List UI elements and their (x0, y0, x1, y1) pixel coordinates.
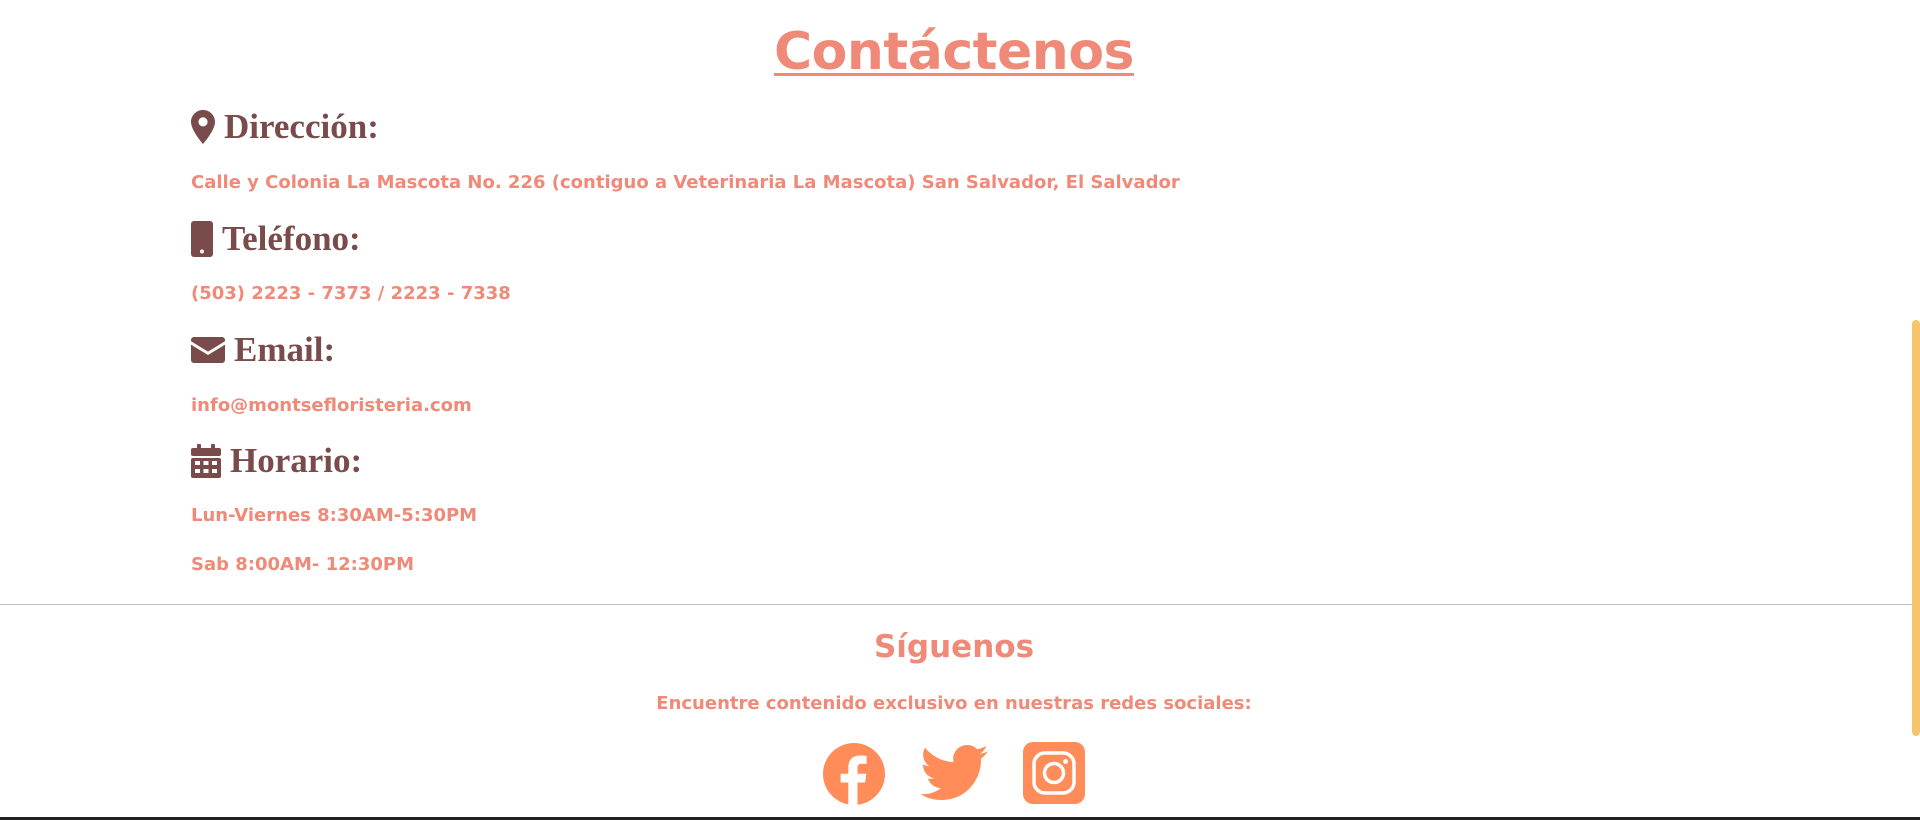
twitter-link[interactable] (920, 742, 988, 806)
hours-heading: Horario: (191, 439, 362, 483)
envelope-icon (191, 337, 225, 363)
phone-heading-label: Teléfono: (222, 219, 361, 258)
mobile-phone-icon (191, 221, 213, 257)
facebook-link[interactable] (822, 742, 886, 806)
follow-subtitle: Encuentre contenido exclusivo en nuestra… (656, 693, 1252, 714)
hours-saturday-text: Sab 8:00AM- 12:30PM (191, 554, 415, 575)
address-text: Calle y Colonia La Mascota No. 226 (cont… (191, 172, 1180, 193)
map-marker-icon (191, 110, 215, 144)
address-heading-label: Dirección: (224, 107, 379, 146)
calendar-icon (191, 444, 221, 478)
email-heading: Email: (191, 328, 335, 372)
follow-title: Síguenos (873, 629, 1035, 665)
email-text: info@montsefloristeria.com (191, 395, 472, 416)
instagram-icon (1023, 742, 1085, 804)
instagram-link[interactable] (1023, 742, 1087, 806)
scrollbar[interactable] (1908, 0, 1920, 820)
hours-heading-label: Horario: (230, 441, 363, 480)
facebook-icon (823, 743, 885, 806)
twitter-icon (920, 745, 988, 800)
email-heading-label: Email: (234, 330, 336, 369)
scrollbar-thumb[interactable] (1912, 320, 1920, 736)
phone-text: (503) 2223 - 7373 / 2223 - 7338 (191, 283, 511, 304)
address-heading: Dirección: (191, 105, 379, 149)
phone-heading: Teléfono: (191, 217, 361, 261)
contact-title: Contáctenos (774, 22, 1135, 82)
contact-page: Contáctenos Dirección: Calle y Colonia L… (0, 0, 1920, 820)
hours-weekday-text: Lun-Viernes 8:30AM-5:30PM (191, 505, 478, 526)
section-divider (0, 604, 1920, 605)
